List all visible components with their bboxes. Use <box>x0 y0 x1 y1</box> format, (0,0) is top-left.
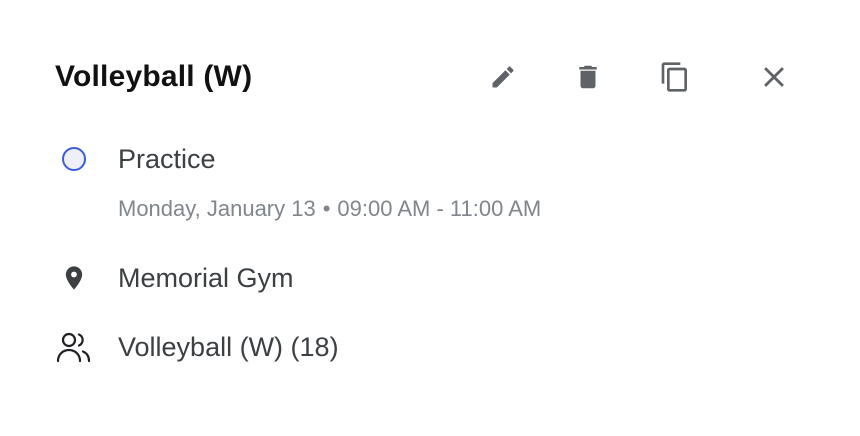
event-title: Volleyball (W) <box>55 60 253 93</box>
event-type-row: Practice <box>0 141 860 181</box>
edit-button[interactable] <box>480 54 526 100</box>
event-type: Practice <box>118 144 216 174</box>
group-icon-wrap <box>52 332 96 365</box>
close-button[interactable] <box>751 54 797 100</box>
event-datetime: Monday, January 13 • 09:00 AM - 11:00 AM <box>118 196 541 222</box>
group-row: Volleyball (W) (18) <box>0 329 860 369</box>
copy-icon <box>659 61 691 93</box>
location-icon-wrap <box>52 264 96 296</box>
pencil-icon <box>489 63 517 91</box>
status-indicator <box>52 145 96 177</box>
duplicate-button[interactable] <box>652 54 698 100</box>
datetime-separator: • <box>322 196 331 221</box>
event-detail-card: Volleyball (W) Practice Monday, January … <box>0 0 860 436</box>
close-icon <box>757 60 791 94</box>
map-pin-icon <box>60 262 88 299</box>
trash-icon <box>573 62 603 92</box>
event-group[interactable]: Volleyball (W) (18) <box>118 332 339 363</box>
delete-button[interactable] <box>565 54 611 100</box>
event-location: Memorial Gym <box>118 263 294 293</box>
location-row: Memorial Gym <box>0 260 860 300</box>
event-date: Monday, January 13 <box>118 196 316 221</box>
circle-outline-icon <box>61 146 87 177</box>
event-time: 09:00 AM - 11:00 AM <box>337 196 542 221</box>
people-icon <box>56 330 92 369</box>
